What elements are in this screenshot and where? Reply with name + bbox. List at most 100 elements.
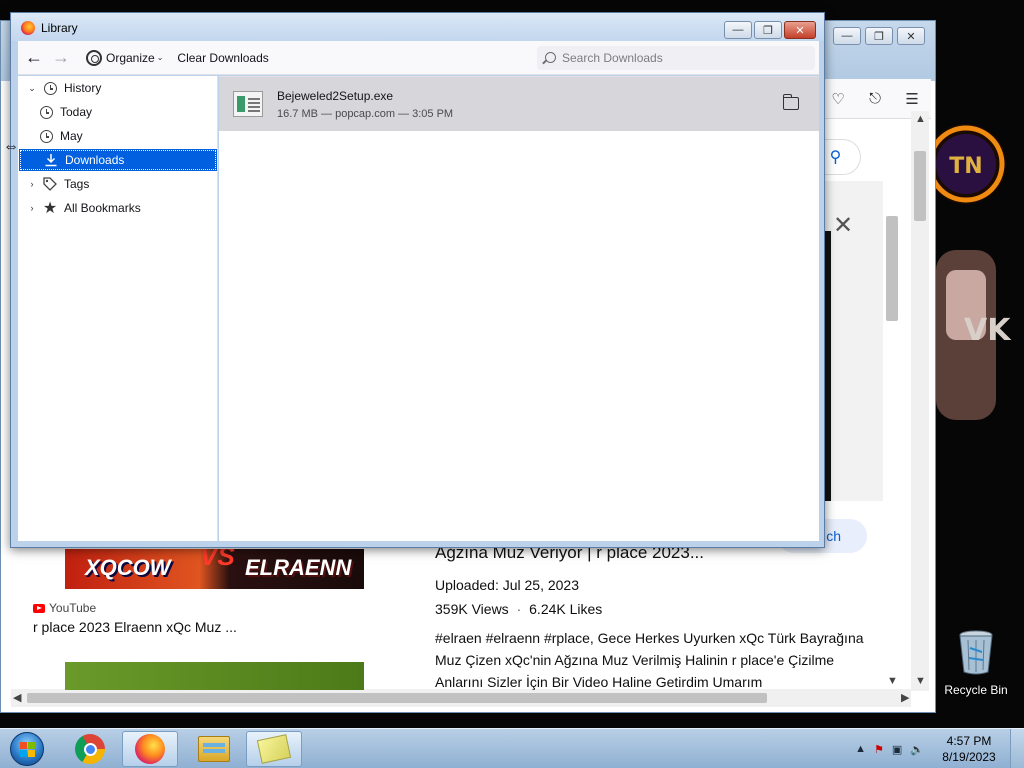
action-center-icon[interactable]: ⚑ — [874, 743, 884, 756]
library-window: Library — ❐ ✕ ← → Organize ⌄ Clear Downl… — [10, 12, 825, 548]
sidebar-item-label: Tags — [64, 177, 90, 191]
browser-maximize-button[interactable]: ❐ — [865, 27, 893, 45]
chevron-down-icon[interactable]: ⌄ — [26, 83, 38, 94]
scroll-down-arrow[interactable]: ▼ — [915, 675, 926, 687]
sidebar-item-may[interactable]: May — [18, 125, 218, 147]
minimize-button[interactable]: — — [724, 21, 752, 39]
library-caption-buttons: — ❐ ✕ — [724, 21, 816, 39]
forward-arrow-icon[interactable]: → — [50, 47, 72, 69]
search-icon — [545, 51, 556, 63]
wallpaper-badge-text: TN — [949, 154, 982, 179]
clear-downloads-button[interactable]: Clear Downloads — [177, 51, 268, 65]
firefox-icon — [21, 21, 35, 35]
start-button[interactable] — [4, 730, 50, 768]
clock-icon — [43, 81, 57, 95]
scroll-up-arrow[interactable]: ▲ — [915, 113, 926, 125]
download-filename: Bejeweled2Setup.exe — [277, 89, 394, 103]
sidebar-item-label: Downloads — [65, 153, 125, 167]
trash-icon — [959, 630, 993, 675]
folder-icon[interactable] — [782, 94, 799, 110]
download-icon — [43, 152, 59, 168]
volume-muted-icon[interactable]: 🔈 — [910, 743, 924, 756]
library-sidebar: ⌄ History Today May Downloads › Tags › ★… — [18, 76, 218, 541]
download-status: 16.7 MB — popcap.com — 3:05 PM — [277, 108, 454, 120]
thumbnail-text-left: XQCOW — [85, 555, 171, 580]
sidebar-item-label: May — [60, 129, 83, 143]
chrome-icon — [75, 734, 105, 764]
organize-button[interactable]: Organize ⌄ — [86, 49, 164, 66]
video-thumbnail[interactable]: XQCOW VS ELRAENN — [65, 549, 364, 589]
tag-icon — [42, 176, 58, 192]
browser-close-button[interactable]: ✕ — [897, 27, 925, 45]
panel-scroll-down-arrow[interactable]: ▼ — [887, 675, 898, 687]
folder-icon — [198, 736, 230, 762]
recycle-bin-icon[interactable]: Recycle Bin — [940, 628, 1012, 697]
recycle-bin-label: Recycle Bin — [944, 683, 1008, 697]
video-description: #elraen #elraenn #rplace, Gece Herkes Uy… — [435, 630, 864, 690]
library-title: Library — [41, 21, 78, 35]
sidebar-item-tags[interactable]: › Tags — [18, 173, 218, 195]
video-uploaded: Uploaded: Jul 25, 2023 — [435, 577, 579, 593]
chevron-right-icon[interactable]: › — [26, 179, 38, 189]
network-icon[interactable]: ▣ — [892, 743, 902, 756]
thumbnail-text-right: ELRAENN — [245, 555, 352, 580]
search-downloads-input[interactable]: Search Downloads — [537, 46, 815, 70]
sticky-notes-icon — [256, 734, 292, 764]
taskbar-explorer-button[interactable] — [186, 731, 242, 767]
browser-caption-buttons: — ❐ ✕ — [833, 27, 925, 45]
thumbnail-text-vs: VS — [200, 549, 235, 571]
sidebar-item-label: All Bookmarks — [64, 201, 141, 215]
video-views: 359K Views — [435, 601, 509, 617]
video-stats: 359K Views · 6.24K Likes — [435, 601, 603, 617]
youtube-icon — [33, 603, 45, 613]
menu-icon[interactable]: ☰ — [905, 90, 918, 108]
video-source: YouTube — [33, 601, 96, 615]
sidebar-item-label: History — [64, 81, 102, 95]
resize-cursor-icon: ⇔ — [3, 138, 19, 155]
taskbar-firefox-button[interactable] — [122, 731, 178, 767]
panel-scrollbar[interactable] — [883, 181, 901, 701]
wallpaper-art: TN VK — [936, 124, 1012, 420]
browser-minimize-button[interactable]: — — [833, 27, 861, 45]
chevron-down-icon: ⌄ — [156, 53, 164, 62]
taskbar-notes-button[interactable] — [246, 731, 302, 767]
star-icon: ★ — [42, 200, 58, 217]
clock-date: 8/19/2023 — [942, 750, 996, 764]
clock-icon — [39, 105, 53, 119]
show-desktop-button[interactable] — [1010, 729, 1024, 768]
taskbar: ▲ ⚑ ▣ 🔈 4:57 PM 8/19/2023 — [0, 728, 1024, 768]
pocket-icon[interactable]: ♡ — [831, 90, 844, 108]
back-arrow-icon[interactable]: ← — [23, 47, 45, 69]
video-likes: 6.24K Likes — [529, 601, 603, 617]
clock-time: 4:57 PM — [946, 734, 992, 748]
system-tray: ▲ ⚑ ▣ 🔈 4:57 PM 8/19/2023 — [855, 729, 1024, 768]
sidebar-item-downloads[interactable]: Downloads — [19, 149, 217, 171]
file-icon — [233, 91, 263, 117]
taskbar-clock[interactable]: 4:57 PM 8/19/2023 — [932, 733, 1006, 765]
downloads-list: Bejeweled2Setup.exe 16.7 MB — popcap.com… — [219, 76, 819, 541]
show-hidden-icons-icon[interactable]: ▲ — [855, 743, 866, 755]
library-titlebar[interactable]: Library — ❐ ✕ — [11, 13, 824, 41]
maximize-button[interactable]: ❐ — [754, 21, 782, 39]
page-scrollbar[interactable] — [911, 111, 929, 691]
sidebar-item-label: Today — [60, 105, 93, 119]
library-toolbar: ← → Organize ⌄ Clear Downloads Search Do… — [18, 41, 819, 75]
organize-label: Organize — [106, 50, 155, 65]
close-button[interactable]: ✕ — [784, 21, 816, 39]
sidebar-item-today[interactable]: Today — [18, 101, 218, 123]
extensions-icon[interactable]: ⎋ — [869, 90, 881, 107]
taskbar-chrome-button[interactable] — [62, 731, 118, 767]
clock-icon — [39, 129, 53, 143]
close-icon[interactable]: ✕ — [833, 211, 853, 240]
video-card-title[interactable]: r place 2023 Elraenn xQc Muz ... — [33, 619, 237, 635]
list-item[interactable]: Bejeweled2Setup.exe 16.7 MB — popcap.com… — [219, 77, 819, 131]
sidebar-item-history[interactable]: ⌄ History — [18, 77, 218, 99]
video-thumbnail-2[interactable] — [65, 662, 364, 690]
scroll-left-arrow[interactable]: ◀ — [13, 691, 21, 704]
firefox-icon — [135, 734, 165, 764]
chevron-right-icon[interactable]: › — [26, 203, 38, 213]
search-placeholder: Search Downloads — [562, 51, 663, 65]
scroll-right-arrow[interactable]: ▶ — [901, 691, 909, 704]
search-icon: ⚲ — [829, 149, 842, 166]
sidebar-item-all-bookmarks[interactable]: › ★ All Bookmarks — [18, 197, 218, 219]
